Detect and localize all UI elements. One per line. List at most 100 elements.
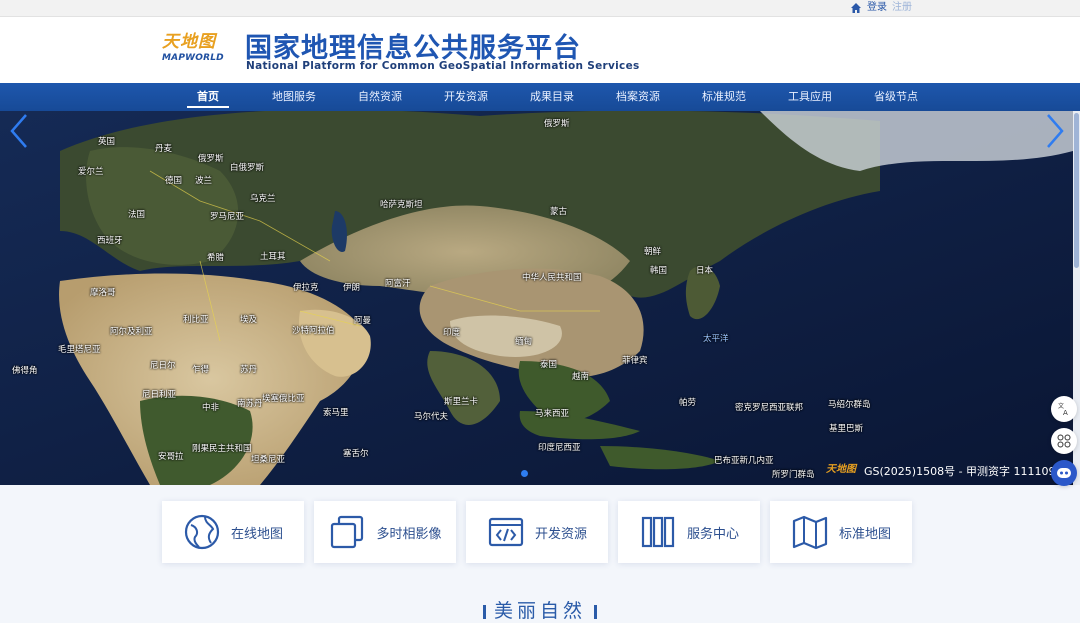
map-label: 中非 <box>202 403 220 413</box>
map-label: 希腊 <box>207 253 225 263</box>
account-links: 登录 注册 <box>850 1 912 15</box>
map-label: 南苏丹 <box>237 399 263 409</box>
scrollbar-thumb[interactable] <box>1074 113 1079 268</box>
map-label: 西班牙 <box>97 236 123 246</box>
map-label: 所罗门群岛 <box>772 470 815 480</box>
map-label: 阿尔及利亚 <box>110 327 153 337</box>
map-label: 土耳其 <box>260 252 286 262</box>
nav-item-standards[interactable]: 标准规范 <box>681 83 767 111</box>
translate-icon[interactable]: 文A <box>1051 396 1077 422</box>
map-label: 哈萨克斯坦 <box>380 200 423 210</box>
map-label: 刚果民主共和国 <box>192 444 252 454</box>
map-label: 坦桑尼亚 <box>251 455 286 465</box>
map-label: 摩洛哥 <box>90 288 116 298</box>
nav-item-dev-resources[interactable]: 开发资源 <box>423 83 509 111</box>
card-label: 开发资源 <box>534 526 587 542</box>
slide-indicator-dot[interactable] <box>521 470 528 477</box>
map-label: 埃及 <box>240 315 258 325</box>
map-label: 索马里 <box>323 408 349 418</box>
card-online-map[interactable]: 在线地图 <box>162 501 304 563</box>
logo-chinese: 天地图 <box>162 32 216 52</box>
next-slide-arrow-icon[interactable] <box>1040 111 1070 151</box>
nav-item-tools[interactable]: 工具应用 <box>767 83 853 111</box>
floating-tools: 文A <box>1051 396 1080 492</box>
map-label: 伊拉克 <box>293 283 319 293</box>
books-icon <box>641 516 675 548</box>
logo-english: MAPWORLD <box>162 53 224 63</box>
map-label: 越南 <box>572 372 590 382</box>
map-label: 马来西亚 <box>535 409 570 419</box>
map-label: 丹麦 <box>155 144 173 154</box>
map-label: 马绍尔群岛 <box>828 400 871 410</box>
map-label: 伊朗 <box>343 283 361 293</box>
card-label: 在线地图 <box>230 526 283 542</box>
title-bar-right <box>594 604 597 619</box>
map-label: 波兰 <box>195 176 213 186</box>
map-label: 帕劳 <box>679 398 697 408</box>
globe-icon <box>184 514 220 550</box>
map-label: 韩国 <box>650 266 668 276</box>
map-label: 德国 <box>165 176 183 186</box>
nav-item-catalog[interactable]: 成果目录 <box>509 83 595 111</box>
apps-grid-icon[interactable] <box>1051 428 1077 454</box>
site-subtitle: National Platform for Common GeoSpatial … <box>246 60 640 72</box>
nav-item-map-services[interactable]: 地图服务 <box>251 83 337 111</box>
map-label: 塞舌尔 <box>343 449 369 459</box>
nav-item-provincial-nodes[interactable]: 省级节点 <box>853 83 939 111</box>
code-icon <box>488 517 524 547</box>
map-label: 佛得角 <box>12 366 38 376</box>
register-link[interactable]: 注册 <box>892 1 912 15</box>
main-nav: 首页 地图服务 自然资源 开发资源 成果目录 档案资源 标准规范 工具应用 省级… <box>0 83 1080 111</box>
card-dev-resources[interactable]: 开发资源 <box>466 501 608 563</box>
map-label: 苏丹 <box>240 365 258 375</box>
login-link[interactable]: 登录 <box>867 1 887 15</box>
layers-icon <box>331 515 364 549</box>
map-label: 安哥拉 <box>158 452 184 462</box>
map-label: 朝鲜 <box>644 247 662 257</box>
map-label: 缅甸 <box>515 337 533 347</box>
nav-item-archives[interactable]: 档案资源 <box>595 83 681 111</box>
tianditu-logo[interactable]: 天地图 MAPWORLD <box>162 31 224 69</box>
home-icon[interactable] <box>850 2 862 14</box>
assistant-bot-icon[interactable] <box>1051 460 1077 486</box>
map-label: 阿曼 <box>354 316 372 326</box>
map-label: 日本 <box>696 266 714 276</box>
map-label: 太平洋 <box>703 334 729 344</box>
satellite-map-image <box>0 111 1073 485</box>
map-label: 毛里塔尼亚 <box>58 345 101 355</box>
map-label: 阿富汗 <box>385 279 411 289</box>
map-label: 马尔代夫 <box>414 412 449 422</box>
map-label: 法国 <box>128 210 146 220</box>
map-label: 基里巴斯 <box>829 424 864 434</box>
map-label: 印度 <box>443 328 461 338</box>
map-label: 乌克兰 <box>250 194 276 204</box>
prev-slide-arrow-icon[interactable] <box>4 111 34 151</box>
map-banner[interactable]: 天地图 GS(2025)1508号 - 甲测资字 111109 俄罗斯 英国 丹麦俄… <box>0 111 1073 485</box>
nav-item-home[interactable]: 首页 <box>165 83 251 111</box>
map-label: 英国 <box>98 137 116 147</box>
title-bar-left <box>482 604 486 619</box>
card-label: 标准地图 <box>838 526 891 542</box>
folded-map-icon <box>792 515 828 550</box>
map-label: 埃塞俄比亚 <box>262 394 305 404</box>
map-label: 尼日尔 <box>150 361 176 371</box>
map-label: 尼日利亚 <box>142 390 177 400</box>
site-header: 天地图 MAPWORLD 国家地理信息公共服务平台 National Platf… <box>0 17 1080 83</box>
map-label: 中华人民共和国 <box>522 273 582 283</box>
card-standard-map[interactable]: 标准地图 <box>770 501 912 563</box>
section-title-text: 美丽自然 <box>493 600 586 622</box>
card-service-center[interactable]: 服务中心 <box>618 501 760 563</box>
nav-item-natural-resources[interactable]: 自然资源 <box>337 83 423 111</box>
map-label: 爱尔兰 <box>78 167 104 177</box>
map-label: 俄罗斯 <box>544 119 570 129</box>
map-label: 沙特阿拉伯 <box>292 326 335 336</box>
card-label: 服务中心 <box>686 526 739 542</box>
map-label: 俄罗斯 <box>198 154 224 164</box>
map-label: 罗马尼亚 <box>210 212 245 222</box>
map-label: 乍得 <box>192 365 210 375</box>
map-label: 巴布亚新几内亚 <box>714 456 774 466</box>
card-multi-temporal-imagery[interactable]: 多时相影像 <box>314 501 456 563</box>
map-label: 菲律宾 <box>622 356 648 366</box>
quick-access-cards: 在线地图 多时相影像 开发资源 服务中心 标准地图 <box>162 501 912 563</box>
map-label: 泰国 <box>540 360 558 370</box>
